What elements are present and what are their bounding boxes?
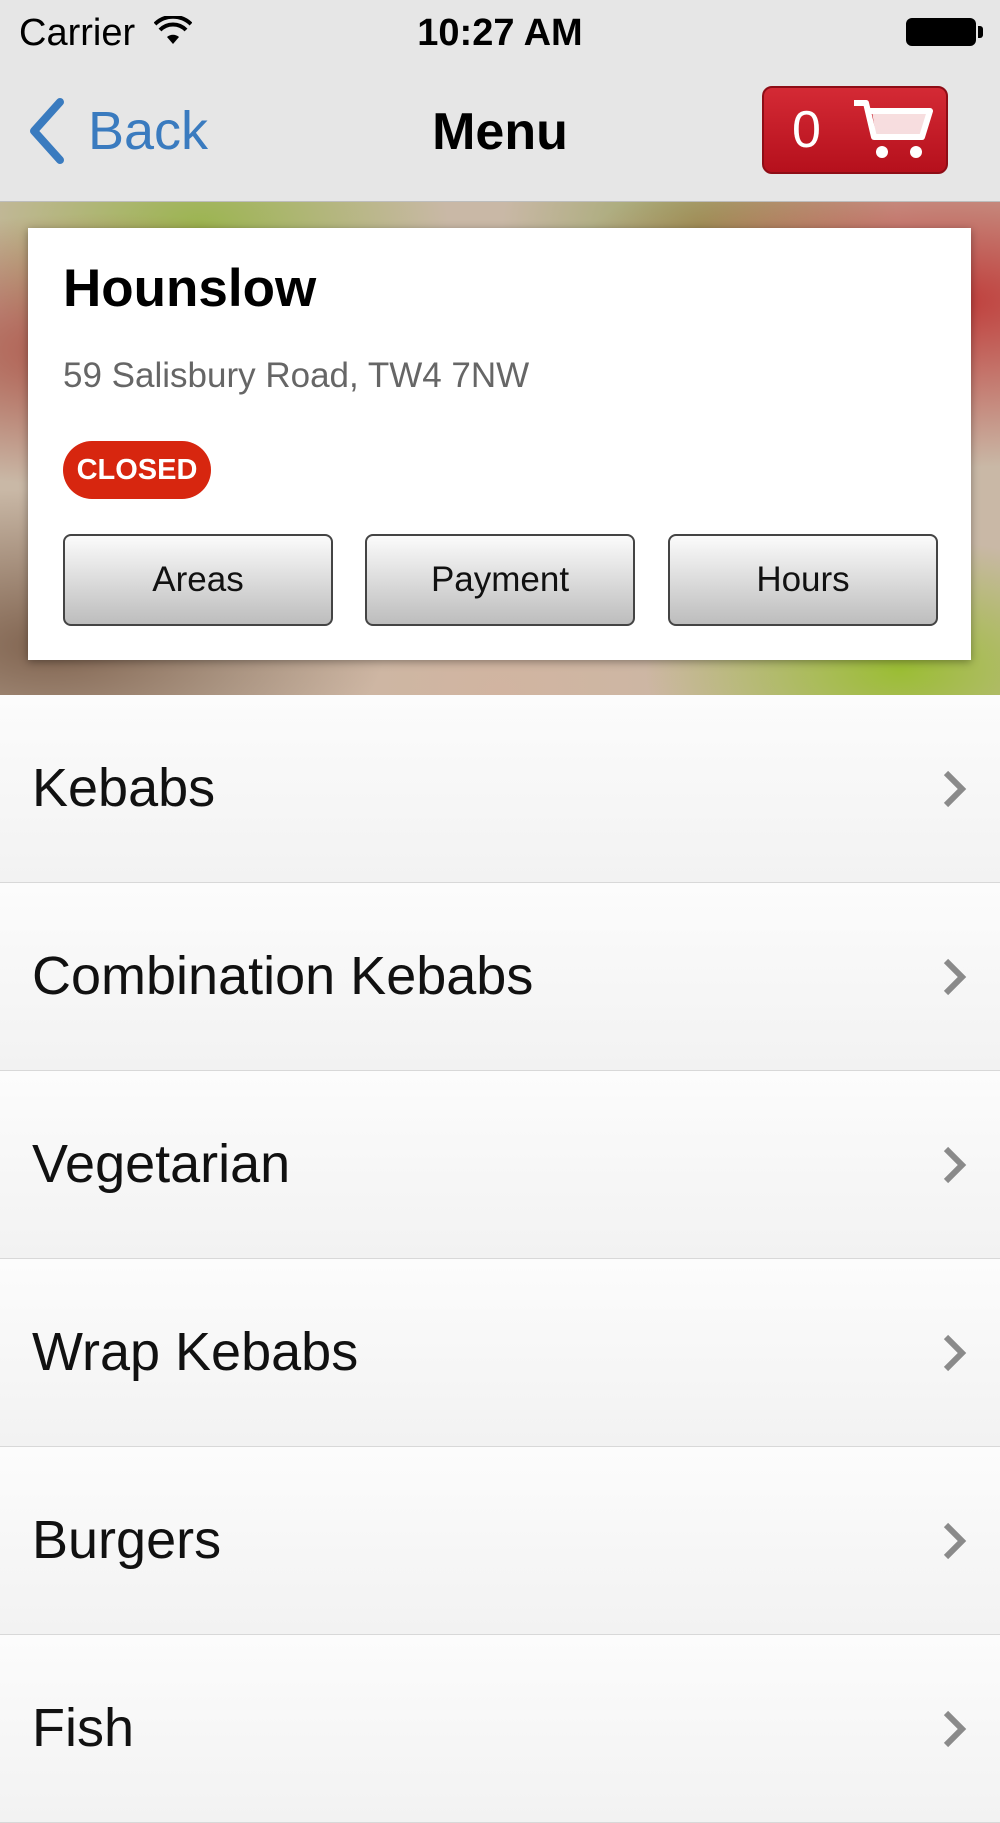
menu-list: Kebabs Combination Kebabs Vegetarian Wra…	[0, 695, 1000, 1823]
menu-item-combination-kebabs[interactable]: Combination Kebabs	[0, 883, 1000, 1071]
chevron-right-icon	[943, 1334, 967, 1372]
chevron-right-icon	[943, 1710, 967, 1748]
store-info-card: Hounslow 59 Salisbury Road, TW4 7NW CLOS…	[28, 228, 971, 660]
menu-item-kebabs[interactable]: Kebabs	[0, 695, 1000, 883]
battery-icon	[906, 18, 976, 46]
status-bar: Carrier 10:27 AM	[0, 0, 1000, 66]
store-header-image: Hounslow 59 Salisbury Road, TW4 7NW CLOS…	[0, 202, 1000, 695]
store-name: Hounslow	[63, 259, 317, 318]
nav-bar: Back Menu 0	[0, 66, 1000, 202]
chevron-right-icon	[943, 1146, 967, 1184]
chevron-right-icon	[943, 958, 967, 996]
menu-item-burgers[interactable]: Burgers	[0, 1447, 1000, 1635]
battery-tip	[978, 26, 983, 38]
payment-button[interactable]: Payment	[365, 534, 635, 626]
shopping-cart-icon	[854, 100, 933, 158]
menu-item-label: Wrap Kebabs	[32, 1322, 359, 1382]
menu-item-label: Vegetarian	[32, 1134, 291, 1194]
cart-button[interactable]: 0	[762, 86, 948, 174]
menu-item-label: Kebabs	[32, 758, 216, 818]
store-address: 59 Salisbury Road, TW4 7NW	[63, 356, 530, 395]
menu-item-fish[interactable]: Fish	[0, 1635, 1000, 1823]
menu-item-label: Burgers	[32, 1510, 222, 1570]
status-time: 10:27 AM	[417, 12, 583, 54]
menu-item-label: Combination Kebabs	[32, 946, 534, 1006]
menu-item-wrap-kebabs[interactable]: Wrap Kebabs	[0, 1259, 1000, 1447]
chevron-right-icon	[943, 770, 967, 808]
menu-item-vegetarian[interactable]: Vegetarian	[0, 1071, 1000, 1259]
status-badge: CLOSED	[63, 441, 211, 499]
menu-item-label: Fish	[32, 1698, 135, 1758]
areas-button[interactable]: Areas	[63, 534, 333, 626]
cart-count: 0	[792, 101, 821, 159]
chevron-right-icon	[943, 1522, 967, 1560]
hours-button[interactable]: Hours	[668, 534, 938, 626]
